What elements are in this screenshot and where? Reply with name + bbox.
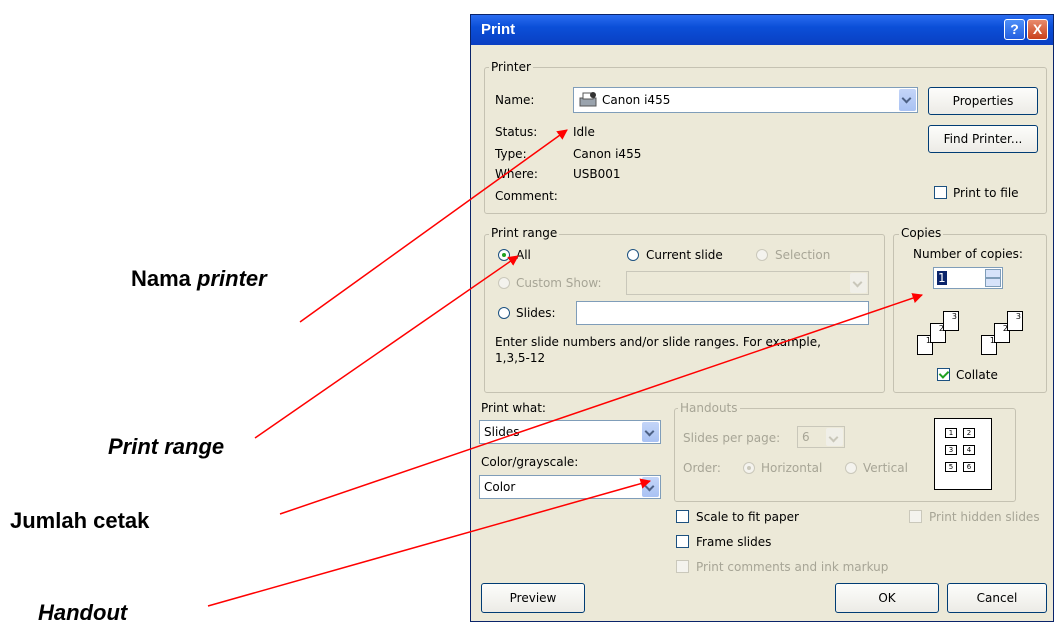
arrow-print-range <box>254 255 519 439</box>
arrow-handout <box>207 478 652 607</box>
arrow-printer-name <box>299 129 568 323</box>
arrow-copies <box>279 293 923 515</box>
annotation-arrows <box>207 129 923 607</box>
